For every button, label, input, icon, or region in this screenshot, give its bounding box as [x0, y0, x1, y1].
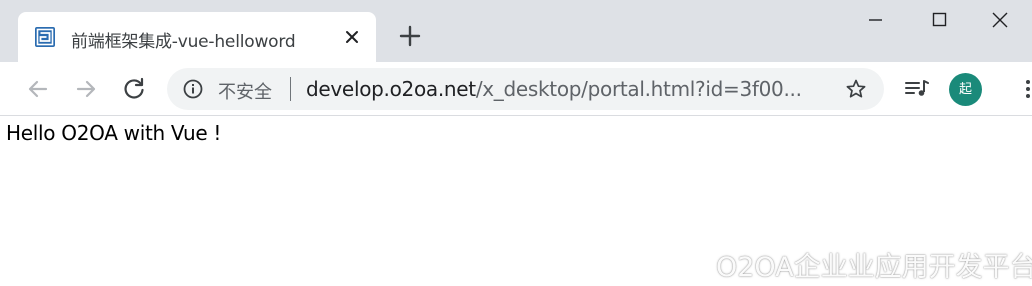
page-viewport: Hello O2OA with Vue ! O2OA企业业应用开发平台 — [0, 117, 1032, 286]
window-maximize-button[interactable] — [910, 0, 972, 40]
reload-icon[interactable] — [120, 75, 148, 103]
address-separator — [290, 77, 291, 101]
forward-arrow-icon[interactable] — [72, 75, 100, 103]
url-host: develop.o2oa.net — [306, 77, 476, 101]
browser-toolbar: 不安全 develop.o2oa.net/x_desktop/portal.ht… — [0, 62, 1032, 116]
hello-message: Hello O2OA with Vue ! — [6, 121, 222, 145]
tab-title: 前端框架集成-vue-helloword — [71, 32, 296, 52]
url-path: /x_desktop/portal.html?id=3f00... — [475, 77, 802, 101]
window-close-button[interactable] — [970, 0, 1032, 40]
back-arrow-icon[interactable] — [24, 75, 52, 103]
bookmark-star-icon[interactable] — [845, 78, 867, 100]
window-minimize-button[interactable] — [846, 0, 908, 40]
browser-tab-active[interactable]: 前端框架集成-vue-helloword — [18, 12, 376, 62]
browser-menu-icon[interactable] — [1008, 75, 1032, 103]
info-icon[interactable] — [182, 78, 204, 100]
tab-close-icon[interactable] — [341, 26, 363, 48]
watermark-text: O2OA企业业应用开发平台 — [716, 252, 1032, 283]
o2oa-logo-icon — [34, 26, 56, 48]
security-status-label[interactable]: 不安全 — [218, 78, 272, 104]
address-bar[interactable]: 不安全 develop.o2oa.net/x_desktop/portal.ht… — [167, 68, 884, 110]
media-queue-icon[interactable] — [903, 75, 931, 103]
new-tab-plus-icon[interactable] — [396, 22, 424, 50]
profile-avatar[interactable]: 起 — [949, 73, 982, 106]
url-text[interactable]: develop.o2oa.net/x_desktop/portal.html?i… — [306, 77, 802, 101]
tab-strip: 前端框架集成-vue-helloword — [0, 0, 1032, 62]
